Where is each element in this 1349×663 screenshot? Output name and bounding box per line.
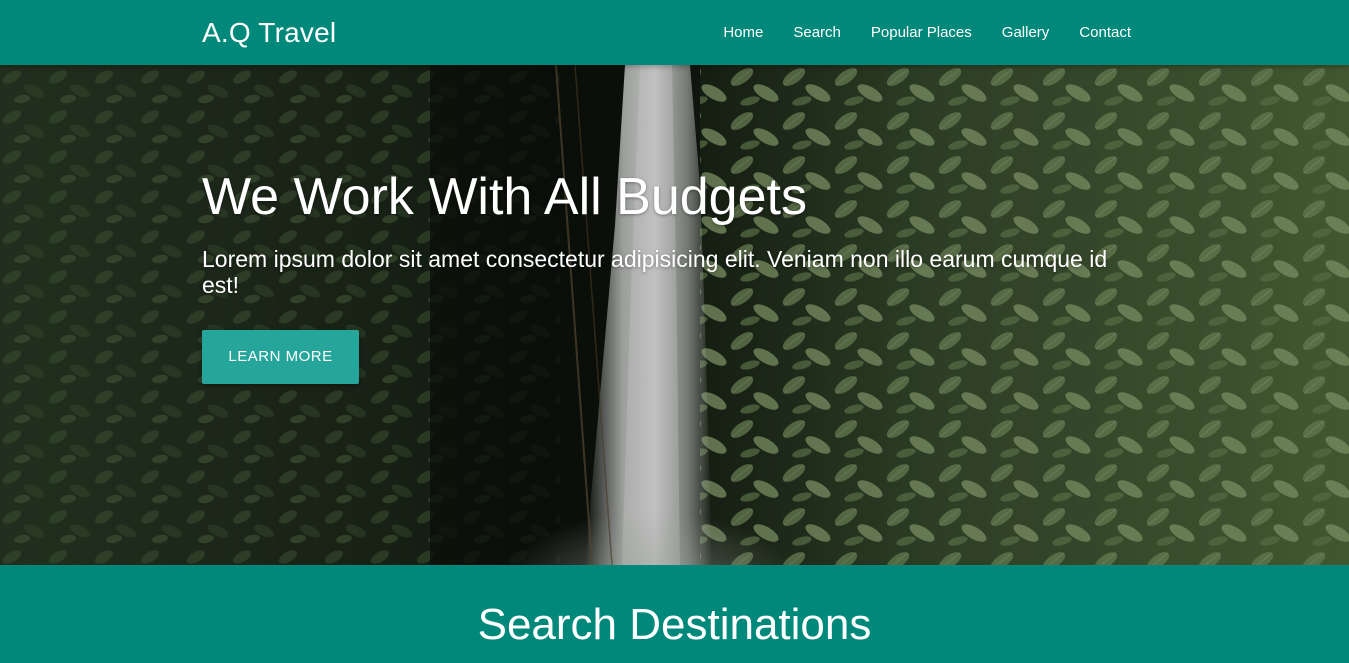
search-section: Search Destinations (0, 565, 1349, 663)
hero-section: We Work With All Budgets Lorem ipsum dol… (0, 65, 1349, 565)
learn-more-button[interactable]: LEARN MORE (202, 330, 359, 384)
nav-links: Home Search Popular Places Gallery Conta… (708, 0, 1146, 65)
waterfall-jungle-image (0, 65, 1349, 565)
hero-title: We Work With All Budgets (202, 168, 807, 226)
nav-link-contact[interactable]: Contact (1064, 0, 1146, 65)
nav-link-gallery[interactable]: Gallery (987, 0, 1065, 65)
nav-link-popular-places[interactable]: Popular Places (856, 0, 987, 65)
navbar: A.Q Travel Home Search Popular Places Ga… (0, 0, 1349, 65)
hero-text: Lorem ipsum dolor sit amet consectetur a… (202, 246, 1108, 298)
nav-link-home[interactable]: Home (708, 0, 778, 65)
nav-link-search[interactable]: Search (778, 0, 856, 65)
brand-logo[interactable]: A.Q Travel (202, 16, 336, 50)
navbar-container: A.Q Travel Home Search Popular Places Ga… (202, 0, 1146, 65)
search-section-title: Search Destinations (477, 600, 872, 649)
